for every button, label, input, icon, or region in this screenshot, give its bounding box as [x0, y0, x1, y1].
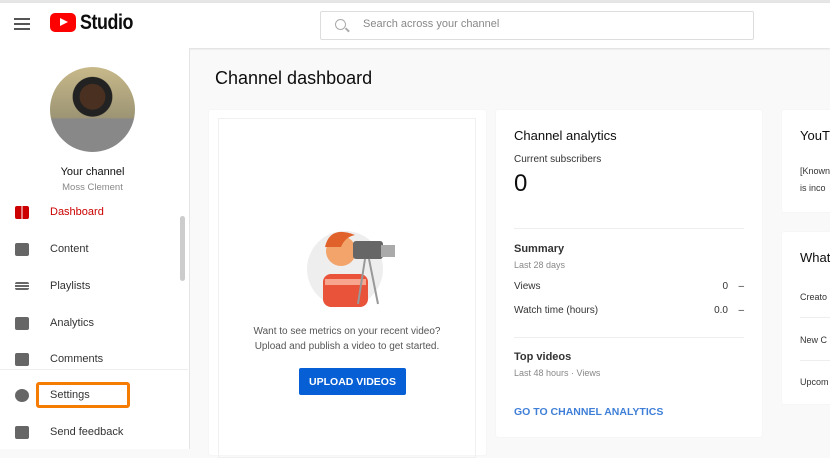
- whats-new-item[interactable]: New C: [800, 335, 827, 345]
- content-icon: [15, 242, 29, 256]
- sidebar-scrollbar[interactable]: [180, 216, 185, 281]
- upload-card-inner: Want to see metrics on your recent video…: [218, 118, 476, 458]
- avatar[interactable]: [50, 67, 135, 152]
- dashboard-icon: [15, 205, 29, 219]
- channel-label: Your channel: [60, 166, 125, 178]
- views-label: Views: [514, 281, 541, 292]
- hamburger-menu-icon[interactable]: [14, 18, 30, 30]
- summary-title: Summary: [514, 243, 565, 255]
- gear-icon: [15, 388, 29, 402]
- channel-name: Moss Clement: [62, 182, 123, 193]
- search-box[interactable]: [320, 11, 754, 40]
- sidebar-item-label: Dashboard: [50, 206, 104, 218]
- upload-prompt-line1: Want to see metrics on your recent video…: [253, 326, 441, 337]
- search-icon: [335, 19, 346, 30]
- whats-new-item[interactable]: Creato: [800, 292, 827, 302]
- whats-new-title: What: [800, 250, 830, 265]
- news-card: YouT [Known is inco: [782, 110, 830, 212]
- top-videos-period: Last 48 hours · Views: [514, 368, 601, 378]
- watch-time-label: Watch time (hours): [514, 305, 599, 316]
- upload-prompt: Want to see metrics on your recent video…: [219, 324, 475, 354]
- feedback-icon: [15, 425, 29, 439]
- news-title: YouT: [800, 128, 830, 143]
- upload-videos-button[interactable]: UPLOAD VIDEOS: [299, 368, 406, 395]
- sidebar-item-send-feedback[interactable]: Send feedback: [0, 414, 180, 450]
- sidebar-item-label: Content: [50, 243, 89, 255]
- subscribers-value: 0: [514, 170, 528, 197]
- subscribers-label: Current subscribers: [514, 154, 602, 165]
- news-text-line2: is inco: [800, 183, 826, 193]
- sidebar-divider: [0, 369, 188, 370]
- go-to-channel-analytics-link[interactable]: GO TO CHANNEL ANALYTICS: [514, 406, 663, 418]
- channel-analytics-card: Channel analytics Current subscribers 0 …: [496, 110, 762, 437]
- sidebar-item-comments[interactable]: Comments: [0, 341, 180, 377]
- sidebar: Your channel Moss Clement Dashboard Cont…: [0, 48, 190, 449]
- upload-card: Want to see metrics on your recent video…: [209, 110, 486, 458]
- page-title: Channel dashboard: [215, 68, 373, 88]
- sidebar-item-content[interactable]: Content: [0, 231, 180, 267]
- divider: [800, 360, 830, 361]
- app-name: Studio: [80, 11, 133, 34]
- sidebar-item-label: Comments: [50, 353, 104, 365]
- divider: [514, 228, 744, 229]
- upload-prompt-line2: Upload and publish a video to get starte…: [254, 341, 440, 352]
- sidebar-item-dashboard[interactable]: Dashboard: [0, 194, 180, 230]
- sidebar-item-label: Playlists: [50, 280, 91, 292]
- summary-period: Last 28 days: [514, 260, 566, 270]
- playlists-icon: [15, 282, 29, 290]
- watch-time-value: 0.0: [714, 305, 728, 316]
- youtube-logo-icon[interactable]: [50, 13, 76, 32]
- settings-highlight-box: [36, 382, 130, 408]
- sidebar-item-analytics[interactable]: Analytics: [0, 305, 180, 341]
- analytics-title: Channel analytics: [514, 128, 617, 143]
- sidebar-item-playlists[interactable]: Playlists: [0, 268, 180, 304]
- news-text-line1: [Known: [800, 166, 830, 176]
- whats-new-item[interactable]: Upcom: [800, 377, 829, 387]
- search-input[interactable]: [363, 18, 743, 30]
- whats-new-card: What Creato New C Upcom: [782, 232, 830, 404]
- header: Studio: [0, 3, 830, 48]
- views-trend: –: [738, 281, 744, 292]
- watch-time-trend: –: [738, 305, 744, 316]
- comments-icon: [15, 352, 29, 366]
- views-value: 0: [722, 281, 728, 292]
- top-videos-title: Top videos: [514, 351, 572, 363]
- analytics-icon: [15, 316, 29, 330]
- divider: [514, 337, 744, 338]
- divider: [800, 317, 830, 318]
- sidebar-item-label: Analytics: [50, 317, 95, 329]
- video-camera-illustration: [307, 231, 395, 307]
- sidebar-item-label: Send feedback: [50, 426, 124, 438]
